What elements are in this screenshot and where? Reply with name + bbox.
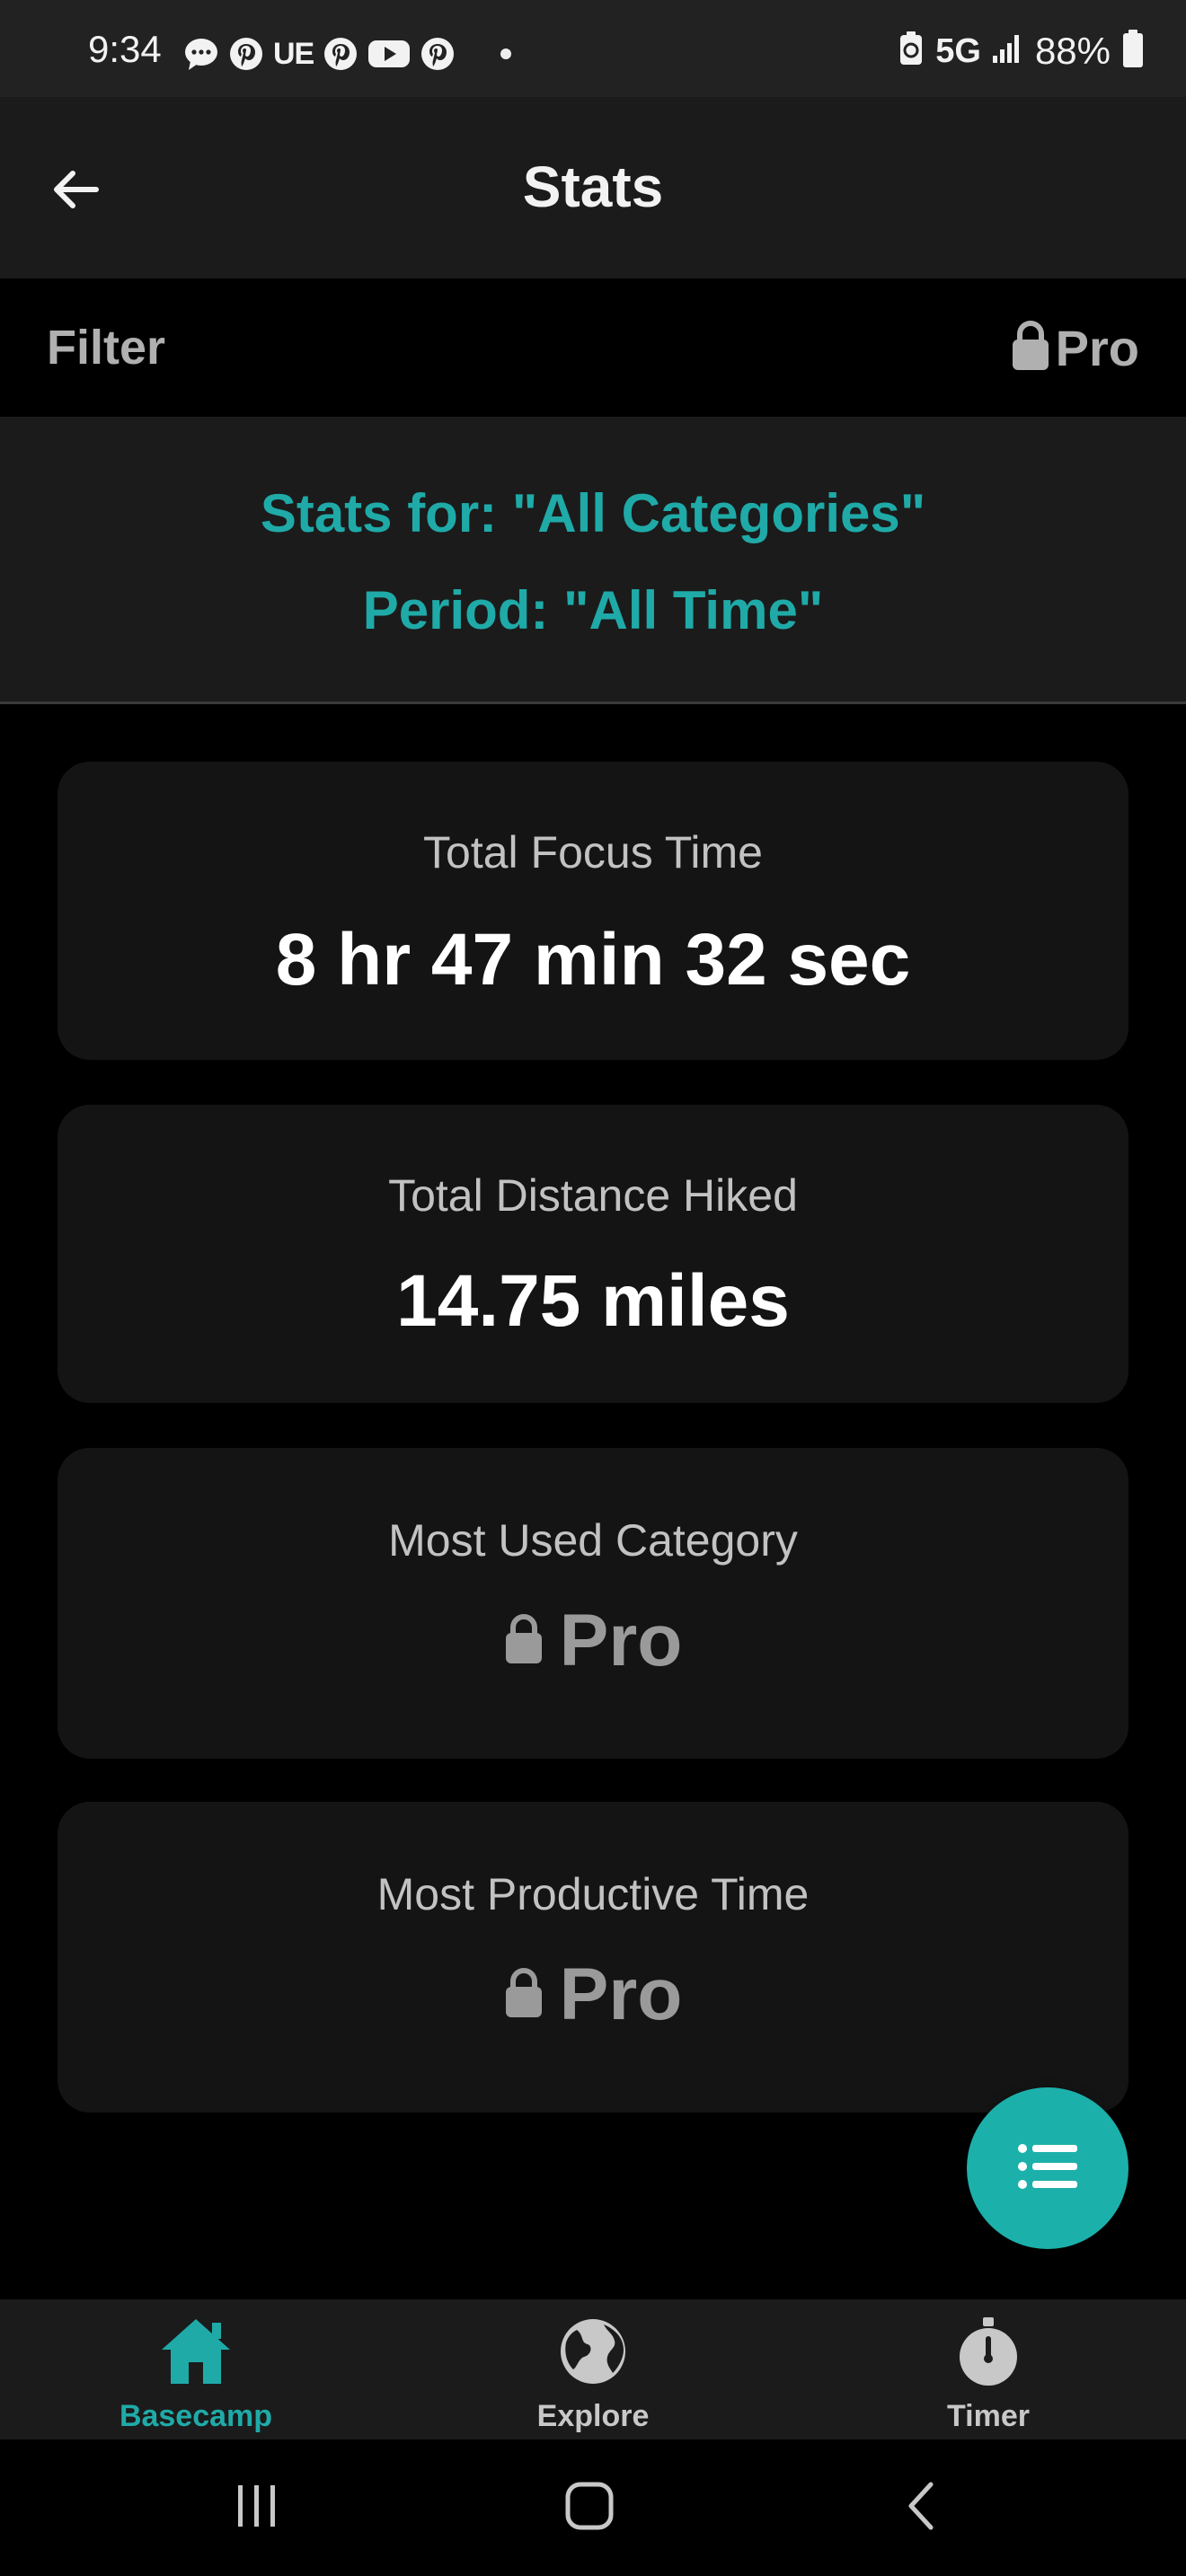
- notification-icons: UE: [183, 36, 512, 72]
- app-bar: Stats: [0, 97, 1186, 278]
- card-label: Most Used Category: [388, 1515, 798, 1566]
- stats-period-text: Period: "All Time": [362, 580, 824, 640]
- chat-bubble-icon: [183, 36, 219, 72]
- bottom-navigation: Basecamp Explore Timer: [0, 2299, 1186, 2439]
- nav-timer[interactable]: Timer: [854, 2316, 1123, 2431]
- home-button-icon: [564, 2481, 615, 2536]
- stats-summary-header: Stats for: "All Categories" Period: "All…: [0, 417, 1186, 704]
- locked-pro-value: Pro: [58, 1958, 1128, 2032]
- more-dot-icon: [500, 49, 512, 59]
- globe-icon: [557, 2316, 629, 2392]
- lock-icon: [1011, 320, 1050, 376]
- stats-category-text: Stats for: "All Categories": [260, 483, 926, 543]
- nav-label: Basecamp: [119, 2399, 273, 2433]
- filter-button[interactable]: Filter: [47, 323, 165, 372]
- home-icon: [158, 2316, 234, 2392]
- nav-explore[interactable]: Explore: [458, 2316, 728, 2431]
- total-distance-card: Total Distance Hiked 14.75 miles: [58, 1105, 1128, 1403]
- page-title: Stats: [522, 154, 664, 219]
- card-value: 8 hr 47 min 32 sec: [275, 919, 911, 1001]
- most-productive-time-card[interactable]: Most Productive Time Pro: [58, 1802, 1128, 2113]
- lock-icon: [504, 1613, 544, 1670]
- total-focus-time-card: Total Focus Time 8 hr 47 min 32 sec: [58, 762, 1128, 1060]
- battery-icon: [1121, 29, 1145, 73]
- most-used-category-card[interactable]: Most Used Category Pro: [58, 1448, 1128, 1759]
- home-button[interactable]: [544, 2475, 634, 2540]
- pro-label: Pro: [559, 1600, 683, 1681]
- signal-icon: [992, 32, 1024, 69]
- list-fab-button[interactable]: [967, 2087, 1128, 2249]
- stopwatch-icon: [952, 2316, 1024, 2392]
- card-value: 14.75 miles: [396, 1260, 790, 1342]
- status-bar: 9:34 UE 5G 88%: [0, 0, 1186, 97]
- pro-label: Pro: [1055, 319, 1139, 376]
- pinterest-icon: [323, 36, 358, 72]
- status-time: 9:34: [88, 28, 162, 70]
- lock-icon: [504, 1967, 544, 2024]
- system-back-button[interactable]: [877, 2475, 967, 2540]
- recents-icon: [235, 2483, 279, 2533]
- battery-percent: 88%: [1034, 29, 1111, 72]
- pro-upgrade-button[interactable]: Pro: [1011, 320, 1139, 376]
- filter-row: Filter Pro: [0, 278, 1186, 417]
- card-label: Most Productive Time: [376, 1869, 810, 1919]
- list-icon: [1018, 2143, 1077, 2194]
- nav-label: Timer: [947, 2399, 1030, 2433]
- system-navigation-bar: [0, 2439, 1186, 2576]
- pro-label: Pro: [559, 1954, 683, 2035]
- card-label: Total Distance Hiked: [388, 1170, 798, 1221]
- recents-button[interactable]: [212, 2475, 302, 2540]
- back-chevron-icon: [904, 2481, 940, 2536]
- pinterest-icon: [228, 36, 264, 72]
- nav-basecamp[interactable]: Basecamp: [61, 2316, 331, 2431]
- uber-eats-icon: UE: [273, 37, 314, 71]
- system-status: 5G 88%: [898, 29, 1145, 73]
- pinterest-icon: [420, 36, 456, 72]
- battery-saver-icon: [898, 31, 925, 71]
- network-type: 5G: [935, 31, 981, 70]
- locked-pro-value: Pro: [58, 1604, 1128, 1678]
- youtube-icon: [367, 36, 411, 72]
- card-label: Total Focus Time: [423, 827, 763, 878]
- nav-label: Explore: [536, 2399, 650, 2433]
